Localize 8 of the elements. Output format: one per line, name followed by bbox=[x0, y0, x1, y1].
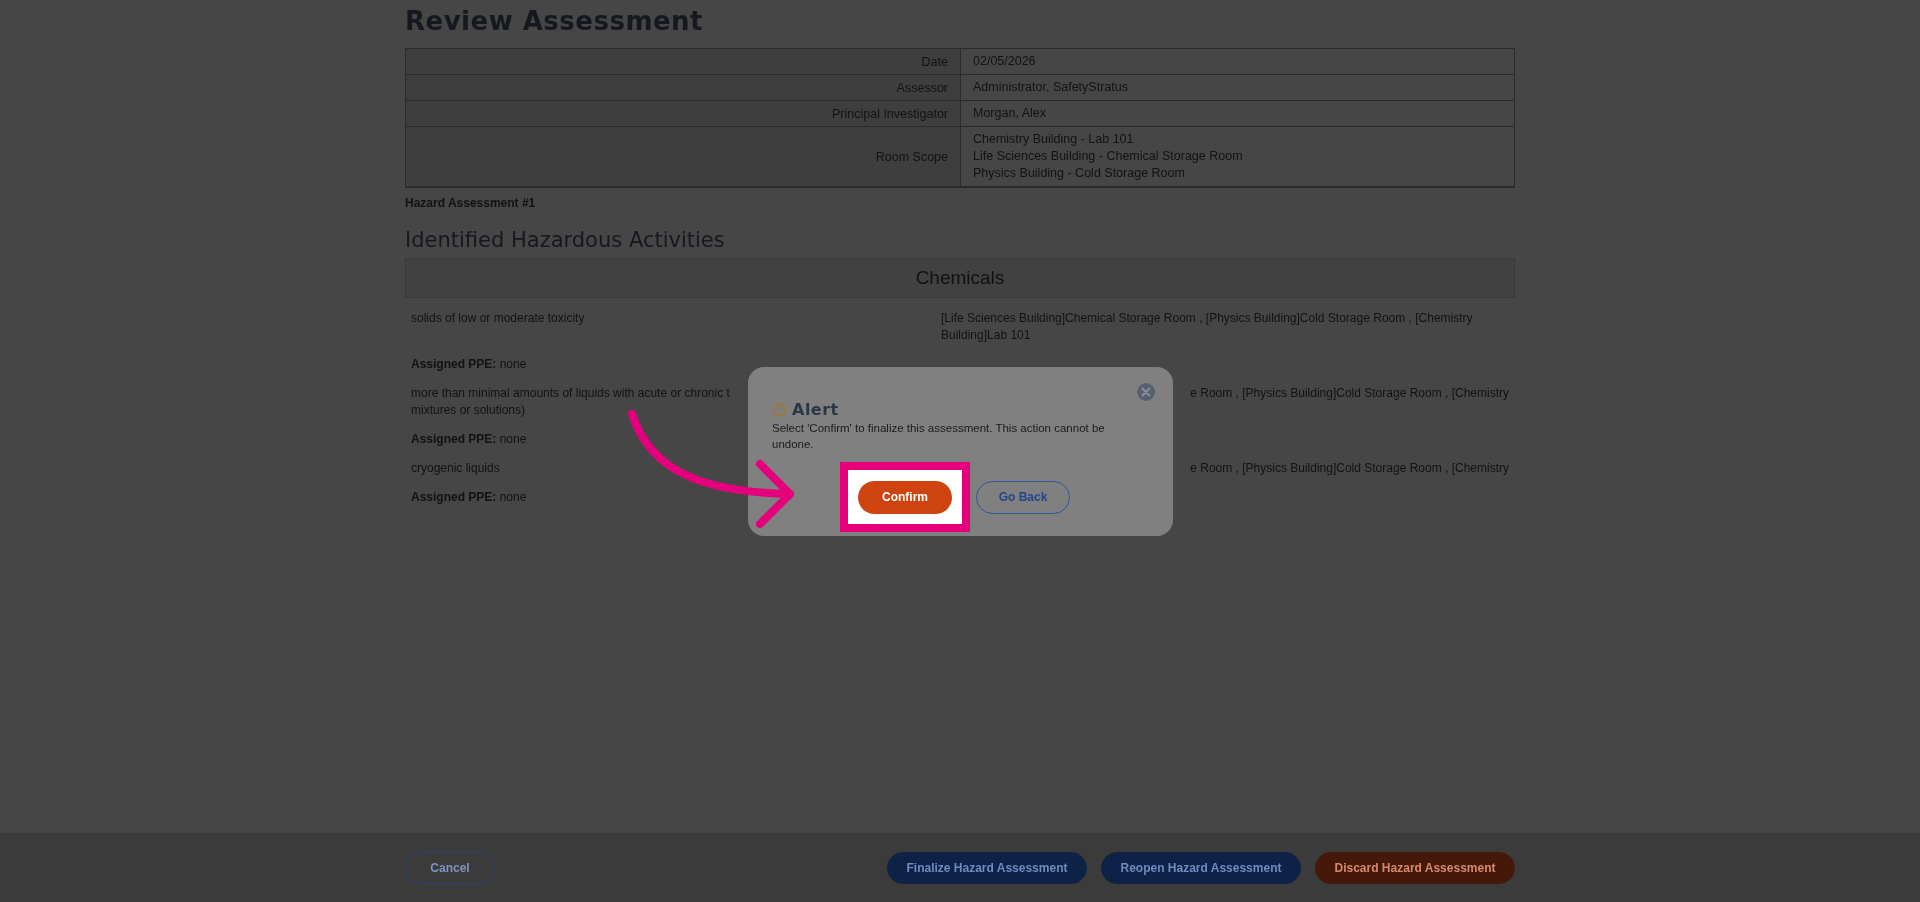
warning-icon bbox=[772, 402, 786, 417]
action-button[interactable]: Reopen Hazard Assessment bbox=[1101, 851, 1301, 884]
discard-button[interactable]: Discard Hazard Assessment bbox=[1315, 851, 1515, 884]
alert-title: Alert bbox=[792, 400, 839, 419]
action-button[interactable]: Finalize Hazard Assessment bbox=[887, 851, 1087, 884]
alert-message: Select 'Confirm' to finalize this assessment. This action cannot be undone. bbox=[772, 421, 1106, 452]
confirm-button[interactable]: Confirm bbox=[858, 480, 952, 514]
close-icon[interactable] bbox=[1137, 383, 1155, 401]
